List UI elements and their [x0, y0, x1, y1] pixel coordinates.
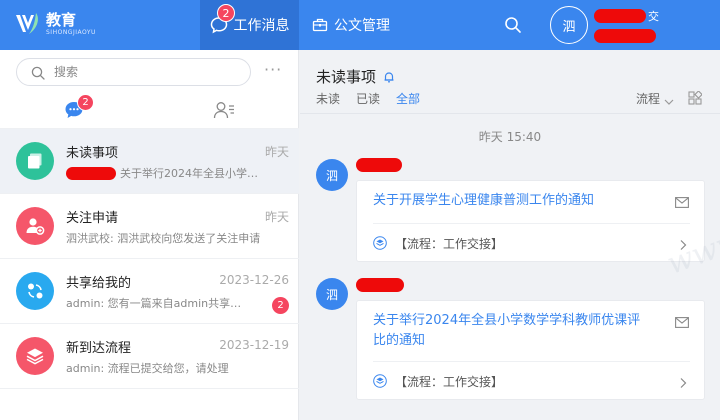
user-department: [594, 28, 656, 47]
list-item-title: 未读事项: [66, 146, 119, 161]
tab-contacts-icon[interactable]: [213, 101, 235, 119]
conversation-sidebar: ··· 2 未读事项 昨天 关于举行2024年全县小学数学学科教师优课评比的通知…: [0, 50, 299, 420]
message-card[interactable]: 关于开展学生心理健康普测工作的通知 【流程：工作交接】: [356, 180, 705, 262]
search-input[interactable]: [54, 65, 224, 79]
pages-icon: [16, 142, 54, 180]
list-item-title: 新到达流程: [66, 341, 132, 356]
chevron-down-icon: [664, 95, 674, 105]
unread-badge: 2: [272, 297, 289, 314]
conversation-list: 未读事项 昨天 关于举行2024年全县小学数学学科教师优课评比的通知 关注申请 …: [0, 129, 299, 389]
more-options-button[interactable]: ···: [264, 62, 282, 78]
list-item-time: 2023-12-26: [219, 273, 289, 287]
user-avatar[interactable]: 泗: [550, 6, 588, 44]
bell-icon[interactable]: [382, 70, 396, 84]
redaction-mark: [594, 9, 646, 23]
chevron-right-icon[interactable]: [679, 374, 687, 388]
workflow-label: 【流程：工作交接】: [395, 375, 504, 389]
header-divider: [300, 113, 720, 114]
chevron-right-icon[interactable]: [679, 236, 687, 250]
list-item-new-workflow[interactable]: 新到达流程 2023-12-19 admin: 流程已提交给您，请处理: [0, 324, 299, 389]
page-title: 未读事项: [316, 66, 396, 87]
workflow-label: 【流程：工作交接】: [395, 237, 504, 251]
list-item-time: 昨天: [264, 210, 289, 224]
briefcase-icon: [312, 17, 328, 33]
list-item-subtitle: admin: 您有一篇来自admin共享的文档: [66, 297, 252, 310]
search-icon: [31, 65, 45, 80]
sender-avatar[interactable]: 泗: [316, 278, 348, 310]
sender-name: [356, 277, 404, 296]
tab-chats-badge: 2: [77, 94, 94, 111]
list-item-subtitle: 关于举行2024年全县小学数学学科教师优课评比的通知: [66, 165, 262, 181]
flow-filter-dropdown[interactable]: 流程: [636, 90, 674, 107]
list-item-time: 昨天: [264, 145, 289, 159]
nav-document-management[interactable]: 公文管理: [312, 0, 390, 50]
nav-work-messages[interactable]: 工作消息: [200, 0, 299, 50]
list-item-subtitle: admin: 流程已提交给您，请处理: [66, 362, 229, 375]
list-item-follow-requests[interactable]: 关注申请 昨天 泗洪武校: 泗洪武校向您发送了关注申请: [0, 194, 299, 259]
list-item-unread[interactable]: 未读事项 昨天 关于举行2024年全县小学数学学科教师优课评比的通知: [0, 129, 299, 194]
mail-icon: [675, 193, 689, 208]
flow-filter-label: 流程: [636, 92, 661, 106]
logo-subtitle: SIHONGJIAOYU: [46, 28, 96, 36]
read-filter-tabs: 未读 已读 全部: [316, 90, 436, 107]
logo[interactable]: 教育 SIHONGJIAOYU: [14, 10, 96, 38]
mail-icon: [675, 313, 689, 328]
list-item-title: 关注申请: [66, 211, 119, 226]
user-name-suffix: 交: [648, 10, 659, 23]
workflow-icon: [373, 373, 387, 388]
nav-document-management-label: 公文管理: [334, 18, 390, 34]
user-name[interactable]: 交: [594, 8, 659, 24]
top-header: 教育 SIHONGJIAOYU 工作消息 2 公文管理 泗 交: [0, 0, 720, 50]
grid-view-icon[interactable]: [688, 90, 703, 105]
list-item-title: 共享给我的: [66, 276, 132, 291]
sender-avatar[interactable]: 泗: [316, 159, 348, 191]
message-card[interactable]: 关于举行2024年全县小学数学学科教师优课评比的通知 【流程：工作交接】: [356, 300, 705, 400]
filter-read[interactable]: 已读: [356, 90, 380, 107]
redaction-mark: [356, 278, 404, 292]
layers-icon: [16, 337, 54, 375]
filter-all[interactable]: 全部: [396, 90, 420, 107]
list-item-subtitle: 泗洪武校: 泗洪武校向您发送了关注申请: [66, 232, 261, 245]
search-field[interactable]: [16, 58, 251, 86]
card-divider: [373, 223, 690, 224]
search-icon[interactable]: [504, 16, 522, 34]
list-item-time: 2023-12-19: [219, 338, 289, 352]
workflow-icon: [373, 235, 387, 250]
user-add-icon: [16, 207, 54, 245]
card-divider: [373, 361, 690, 362]
list-item-shared-with-me[interactable]: 共享给我的 2023-12-26 admin: 您有一篇来自admin共享的文档…: [0, 259, 299, 324]
share-icon: [16, 272, 54, 310]
nav-messages-badge: 2: [217, 4, 235, 22]
message-title[interactable]: 关于开展学生心理健康普测工作的通知: [373, 191, 663, 211]
redaction-mark: [66, 166, 116, 180]
redaction-mark: [356, 158, 402, 172]
redaction-mark: [594, 29, 656, 43]
filter-unread[interactable]: 未读: [316, 90, 340, 107]
sender-name: [356, 157, 402, 176]
message-title[interactable]: 关于举行2024年全县小学数学学科教师优课评比的通知: [373, 311, 643, 351]
logo-mark-icon: [14, 10, 42, 38]
nav-work-messages-label: 工作消息: [233, 18, 290, 34]
message-panel: 未读事项 未读 已读 全部 流程 昨天 15:40 泗 关于开展学生心理健康普测…: [300, 50, 720, 420]
logo-title: 教育: [46, 10, 77, 29]
date-separator: 昨天 15:40: [478, 130, 542, 144]
